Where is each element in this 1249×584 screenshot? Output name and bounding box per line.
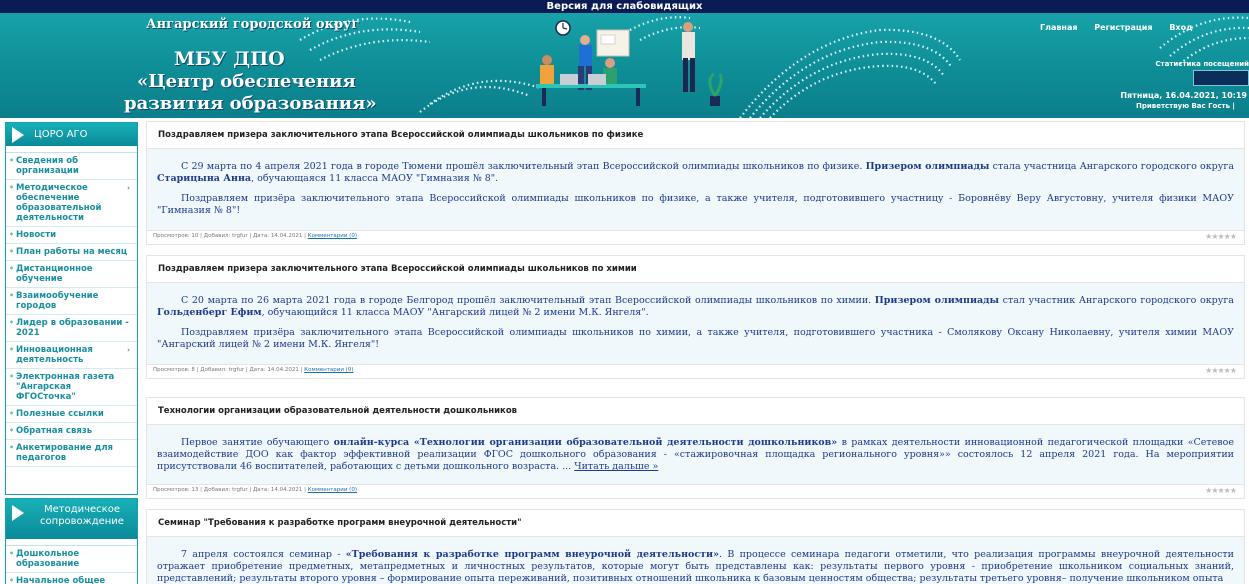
sidebar-menu-item[interactable]: Инновационная деятельность ›	[6, 342, 137, 369]
sidebar-menu-item[interactable]: План работы на месяц	[6, 244, 137, 261]
sidebar-menu-main: Сведения об организации Методическое обес…	[6, 152, 137, 467]
org-title-line3: развития образования»	[124, 93, 377, 114]
article-title[interactable]: Семинар "Требования к разработке програм…	[146, 509, 1245, 537]
sidebar-item-label: Дошкольное образование	[16, 549, 80, 569]
news-feed: Поздравляем призера заключительного этап…	[146, 118, 1245, 584]
submenu-caret-icon: ›	[127, 184, 130, 192]
nav-home-link[interactable]: Главная	[1040, 23, 1077, 32]
left-sidebar: ЦОРО АГО Сведения об организации Методиче…	[0, 118, 144, 584]
article-paragraph: С 20 марта по 26 марта 2021 года в город…	[157, 295, 1234, 318]
sidebar-item-label: Сведения об организации	[16, 156, 79, 176]
comments-link[interactable]: Комментарии (0)	[308, 233, 357, 239]
sidebar-item-label: Лидер в образовании - 2021	[16, 318, 129, 338]
article-title[interactable]: Поздравляем призера заключительного этап…	[146, 255, 1245, 283]
article-meta: Просмотров: 13 | Добавил: trgfur | Дата:…	[146, 485, 1245, 499]
rating-stars-icon[interactable]: ★★★★★	[1205, 232, 1237, 241]
article-paragraph: Первое занятие обучающего онлайн-курса «…	[157, 437, 1234, 472]
submenu-caret-icon: ›	[127, 346, 130, 354]
sidebar-menu-item[interactable]: Дошкольное образование	[6, 546, 137, 573]
sidebar-block-header: Методическое сопровождение	[6, 499, 137, 539]
article-meta: Просмотров: 10 | Добавил: trgfur | Дата:…	[146, 231, 1245, 245]
news-article: Поздравляем призера заключительного этап…	[146, 121, 1245, 245]
sidebar-item-label: Дистанционное обучение	[16, 264, 93, 284]
article-body: С 29 марта по 4 апреля 2021 года в город…	[146, 149, 1245, 231]
sidebar-menu-item[interactable]: Обратная связь	[6, 423, 137, 440]
sidebar-menu-item[interactable]: Методическое обеспечение образовательной…	[6, 180, 137, 227]
article-paragraph: Поздравляем призёра заключительного этап…	[157, 327, 1234, 350]
top-navigation: Главная Регистрация Вход	[1040, 23, 1207, 32]
sidebar-menu-methodical: Дошкольное образование Начальное общее	[6, 545, 137, 584]
sidebar-block-header: ЦОРО АГО	[6, 123, 137, 146]
comments-link[interactable]: Комментарии (0)	[304, 367, 353, 373]
comments-link[interactable]: Комментарии (0)	[308, 487, 357, 493]
visit-counter[interactable]	[1193, 70, 1249, 86]
article-meta: Просмотров: 8 | Добавил: trgfur | Дата: …	[146, 365, 1245, 379]
stats-title: Статистика посещений	[1155, 60, 1249, 68]
sidebar-block-coro: ЦОРО АГО Сведения об организации Методиче…	[5, 122, 138, 495]
arrow-right-icon	[12, 505, 24, 521]
org-title-line2: «Центр обеспечения	[137, 71, 356, 92]
sidebar-item-label: План работы на месяц	[16, 247, 128, 257]
article-meta-text: Просмотров: 8 | Добавил: trgfur | Дата: …	[153, 367, 303, 373]
sidebar-menu-item[interactable]: Новости	[6, 227, 137, 244]
article-paragraph: С 29 марта по 4 апреля 2021 года в город…	[157, 161, 1234, 184]
sidebar-item-label: Анкетирование для педагогов	[16, 443, 114, 463]
news-article: Семинар "Требования к разработке програм…	[146, 509, 1245, 584]
sidebar-menu-item[interactable]: Электронная газета "Ангарская ФГОСточка"	[6, 369, 137, 406]
article-title[interactable]: Поздравляем призера заключительного этап…	[146, 121, 1245, 149]
sidebar-menu-item[interactable]: Полезные ссылки	[6, 406, 137, 423]
visit-stats: Статистика посещений	[1152, 60, 1249, 88]
sidebar-item-label: Полезные ссылки	[16, 409, 104, 419]
guest-greeting: Приветствую Вас Гость |	[1136, 102, 1235, 110]
article-body: Первое занятие обучающего онлайн-курса «…	[146, 425, 1245, 485]
sidebar-menu-item[interactable]: Дистанционное обучение	[6, 261, 137, 288]
sidebar-item-label: Обратная связь	[16, 426, 93, 436]
article-paragraph: 7 апреля состоялся семинар - «Требования…	[157, 549, 1234, 584]
nav-register-link[interactable]: Регистрация	[1094, 23, 1152, 32]
sidebar-menu-item[interactable]: Сведения об организации	[6, 153, 137, 180]
rating-stars-icon[interactable]: ★★★★★	[1205, 366, 1237, 375]
sidebar-block-methodical: Методическое сопровождение Дошкольное об…	[5, 498, 138, 584]
sidebar-item-label: Электронная газета "Ангарская ФГОСточка"	[16, 372, 115, 402]
org-title-line1: МБУ ДПО	[174, 48, 285, 70]
sidebar-menu-item[interactable]: Взаимообучение городов	[6, 288, 137, 315]
sidebar-block-title: Методическое сопровождение	[40, 504, 124, 527]
sidebar-item-label: Инновационная деятельность	[16, 345, 93, 365]
nav-login-link[interactable]: Вход	[1169, 23, 1192, 32]
sidebar-block-title: ЦОРО АГО	[34, 129, 88, 140]
accessibility-bar[interactable]: Версия для слабовидящих	[0, 0, 1249, 13]
article-meta-text: Просмотров: 13 | Добавил: trgfur | Дата:…	[153, 487, 306, 493]
article-paragraph: Поздравляем призёра заключительного этап…	[157, 193, 1234, 216]
sidebar-menu-item[interactable]: Анкетирование для педагогов	[6, 440, 137, 467]
site-header: Версия для слабовидящих Ангарский городс…	[0, 0, 1249, 118]
read-more-link[interactable]: Читать дальше »	[574, 461, 658, 472]
current-datetime: Пятница, 16.04.2021, 10:19	[1120, 91, 1247, 100]
sidebar-item-label: Начальное общее	[16, 576, 106, 584]
accessibility-link[interactable]: Версия для слабовидящих	[0, 0, 1249, 13]
okrug-title: Ангарский городской округ	[146, 17, 360, 32]
rating-stars-icon[interactable]: ★★★★★	[1205, 486, 1237, 495]
sidebar-item-label: Новости	[16, 230, 57, 240]
article-body: С 20 марта по 26 марта 2021 года в город…	[146, 283, 1245, 365]
article-title[interactable]: Технологии организации образовательной д…	[146, 397, 1245, 425]
sidebar-item-label: Методическое обеспечение образовательной…	[16, 183, 102, 223]
sidebar-item-label: Взаимообучение городов	[16, 291, 99, 311]
news-article: Поздравляем призера заключительного этап…	[146, 255, 1245, 379]
arrow-right-icon	[12, 127, 24, 143]
article-body: 7 апреля состоялся семинар - «Требования…	[146, 537, 1245, 584]
news-article: Технологии организации образовательной д…	[146, 397, 1245, 499]
sidebar-menu-item[interactable]: Лидер в образовании - 2021	[6, 315, 137, 342]
article-meta-text: Просмотров: 10 | Добавил: trgfur | Дата:…	[153, 233, 306, 239]
sidebar-menu-item[interactable]: Начальное общее	[6, 573, 137, 584]
